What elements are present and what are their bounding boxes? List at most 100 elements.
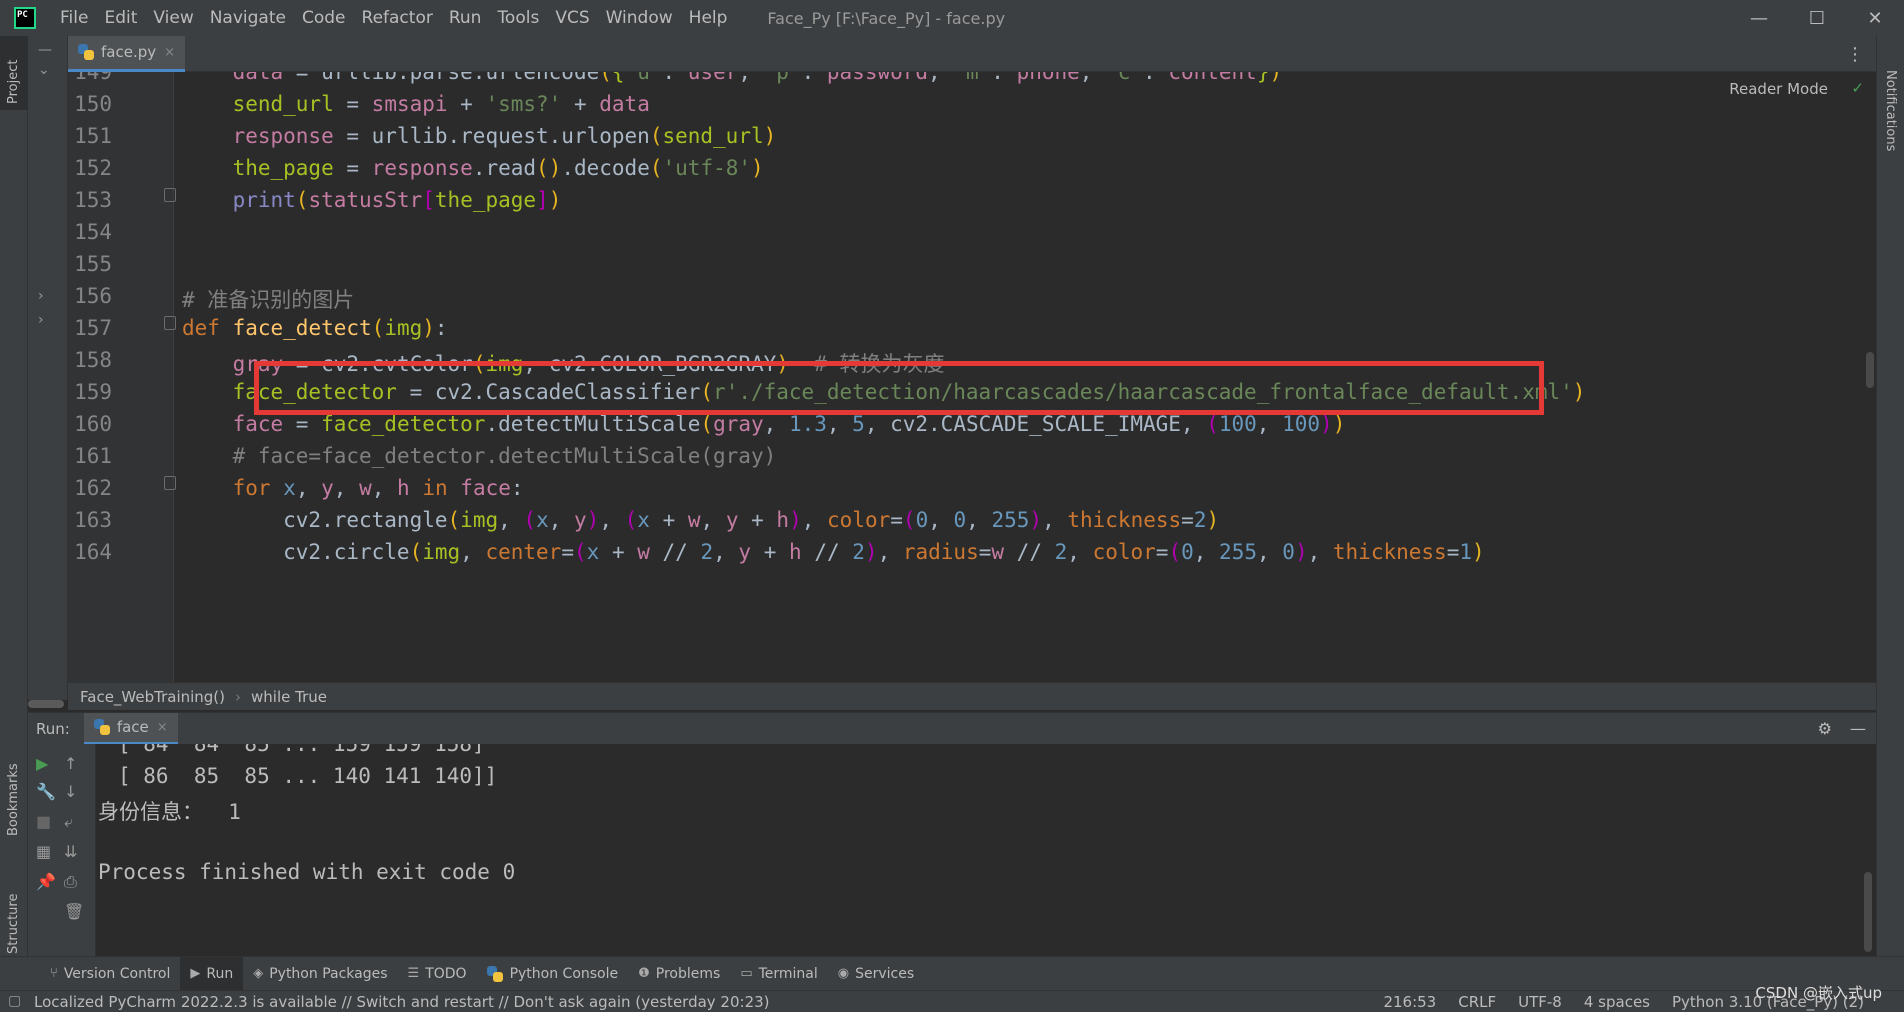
fold-marker[interactable] [164, 316, 176, 330]
line-number: 155 [74, 252, 112, 276]
structure-tab-label: Structure [6, 893, 21, 954]
chevron-down-icon[interactable]: ⌄ [38, 62, 50, 78]
tool-problems[interactable]: ❶ Problems [628, 957, 730, 991]
reader-mode-toggle[interactable]: Reader Mode [1729, 80, 1828, 98]
breadcrumb-block[interactable]: while True [251, 688, 327, 706]
maximize-button[interactable]: ☐ [1788, 0, 1846, 36]
tool-terminal[interactable]: ▭ Terminal [730, 957, 827, 991]
console-line: [ 84 84 85 ... 159 159 158] [118, 744, 485, 756]
line-number: 151 [74, 124, 112, 148]
tool-todo[interactable]: ☰ TODO [398, 957, 477, 991]
tab-face-py[interactable]: face.py × [68, 35, 186, 72]
tool-version-control[interactable]: ⑂ Version Control [40, 957, 180, 991]
tool-services[interactable]: ◉ Services [828, 957, 924, 991]
tool-label: Version Control [63, 965, 171, 982]
scroll-to-end-icon[interactable]: ⇊ [64, 842, 77, 861]
inspection-ok-icon[interactable]: ✓ [1851, 79, 1864, 97]
tool-python-console[interactable]: Python Console [477, 957, 629, 991]
close-window-button[interactable]: ✕ [1846, 0, 1904, 36]
structure-tool-tab[interactable]: Structure [0, 856, 28, 956]
console-scrollbar[interactable] [1864, 872, 1872, 952]
menu-run[interactable]: Run [441, 0, 490, 36]
code-line-164: cv2.circle(img, center=(x + w // 2, y + … [182, 540, 1485, 564]
menu-edit[interactable]: Edit [96, 0, 145, 36]
menu-refactor[interactable]: Refactor [354, 0, 441, 36]
stop-icon[interactable]: ■ [36, 812, 51, 831]
tool-label: Services [855, 965, 915, 982]
arrow-up-icon[interactable]: ↑ [64, 754, 77, 773]
line-number: 158 [74, 348, 112, 372]
status-bar: ▢ Localized PyCharm 2022.2.3 is availabl… [0, 990, 1904, 1012]
hide-panel-icon[interactable]: — [1850, 719, 1866, 738]
print-icon[interactable]: ⎙ [64, 872, 77, 892]
csdn-watermark: CSDN @嵌入式up [1755, 984, 1882, 1002]
right-tool-strip: Notifications [1876, 36, 1904, 974]
fold-marker[interactable] [164, 188, 176, 202]
pycharm-logo-icon [14, 7, 36, 29]
code-line-163: cv2.rectangle(img, (x, y), (x + w, y + h… [182, 508, 1220, 532]
layout-icon[interactable]: ▦ [36, 842, 51, 861]
close-tab-icon[interactable]: × [157, 720, 168, 735]
gear-icon[interactable]: ⚙ [1818, 719, 1832, 738]
tool-run[interactable]: ▶ Run [180, 956, 244, 991]
minimize-button[interactable]: — [1730, 0, 1788, 36]
editor-tab-bar: face.py × ⋮ [68, 35, 1876, 72]
line-number-gutter: 149 150 151 152 153 154 155 156 157 158 … [68, 72, 176, 682]
menu-view[interactable]: View [145, 0, 201, 36]
notifications-tool-tab[interactable]: Notifications [1883, 70, 1898, 151]
menu-help[interactable]: Help [681, 0, 736, 36]
code-line-152: the_page = response.read().decode('utf-8… [232, 156, 764, 180]
menu-file[interactable]: File [52, 0, 96, 36]
tool-label: Run [206, 965, 234, 982]
arrow-down-icon[interactable]: ↓ [64, 782, 77, 801]
line-number: 149 [74, 72, 112, 84]
menu-navigate[interactable]: Navigate [202, 0, 294, 36]
code-line-156: # 准备识别的图片 [182, 288, 355, 312]
chevron-right-icon[interactable]: › [38, 312, 44, 328]
python-icon [486, 965, 503, 982]
wrench-icon[interactable]: 🔧 [36, 782, 56, 801]
bookmarks-tab-label: Bookmarks [6, 763, 21, 836]
rerun-icon[interactable]: ▶ [36, 754, 48, 773]
code-line-161: # face=face_detector.detectMultiScale(gr… [232, 444, 777, 468]
run-tab-label: face [116, 718, 149, 736]
line-number: 159 [74, 380, 112, 404]
horizontal-scrollbar[interactable] [28, 700, 64, 708]
code-line-157: def face_detect(img): [182, 316, 448, 340]
breadcrumb: Face_WebTraining() › while True [68, 682, 1876, 710]
run-tab-face[interactable]: face × [83, 712, 178, 745]
line-separator[interactable]: CRLF [1458, 993, 1496, 1011]
toggle-panels-icon[interactable]: ▢ [8, 993, 21, 1009]
run-console-output[interactable]: [ 84 84 85 ... 159 159 158] [ 86 85 85 .… [96, 744, 1876, 956]
line-number: 157 [74, 316, 112, 340]
project-tab-label: Project [6, 59, 21, 104]
caret-position[interactable]: 216:53 [1383, 993, 1436, 1011]
pin-icon[interactable]: 📌 [36, 872, 56, 891]
line-number: 160 [74, 412, 112, 436]
update-notification[interactable]: Localized PyCharm 2022.2.3 is available … [34, 993, 770, 1011]
editor-scrollbar[interactable] [1866, 352, 1874, 388]
console-line: [ 86 85 85 ... 140 141 140]] [118, 764, 498, 788]
more-options-icon[interactable]: ⋮ [1846, 44, 1864, 65]
menu-window[interactable]: Window [598, 0, 681, 36]
breadcrumb-function[interactable]: Face_WebTraining() [80, 688, 225, 706]
soft-wrap-icon[interactable]: ⤶ [64, 812, 73, 832]
file-encoding[interactable]: UTF-8 [1518, 993, 1562, 1011]
problems-icon: ❶ [638, 966, 650, 981]
fold-marker[interactable] [164, 476, 176, 490]
bookmarks-tool-tab[interactable]: Bookmarks [0, 740, 28, 840]
collapse-icon[interactable]: — [38, 42, 52, 58]
menu-code[interactable]: Code [294, 0, 354, 36]
tool-python-packages[interactable]: ◈ Python Packages [243, 957, 397, 991]
menu-vcs[interactable]: VCS [547, 0, 597, 36]
chevron-right-icon[interactable]: › [38, 288, 44, 304]
close-tab-icon[interactable]: × [164, 45, 175, 60]
menu-tools[interactable]: Tools [489, 0, 547, 36]
project-tool-tab[interactable]: Project [0, 36, 28, 110]
trash-icon[interactable]: 🗑 [64, 902, 84, 921]
list-icon: ☰ [407, 966, 420, 981]
tool-label: Terminal [758, 965, 818, 982]
line-number: 152 [74, 156, 112, 180]
code-editor[interactable]: 149 150 151 152 153 154 155 156 157 158 … [68, 72, 1876, 682]
indent-setting[interactable]: 4 spaces [1584, 993, 1650, 1011]
